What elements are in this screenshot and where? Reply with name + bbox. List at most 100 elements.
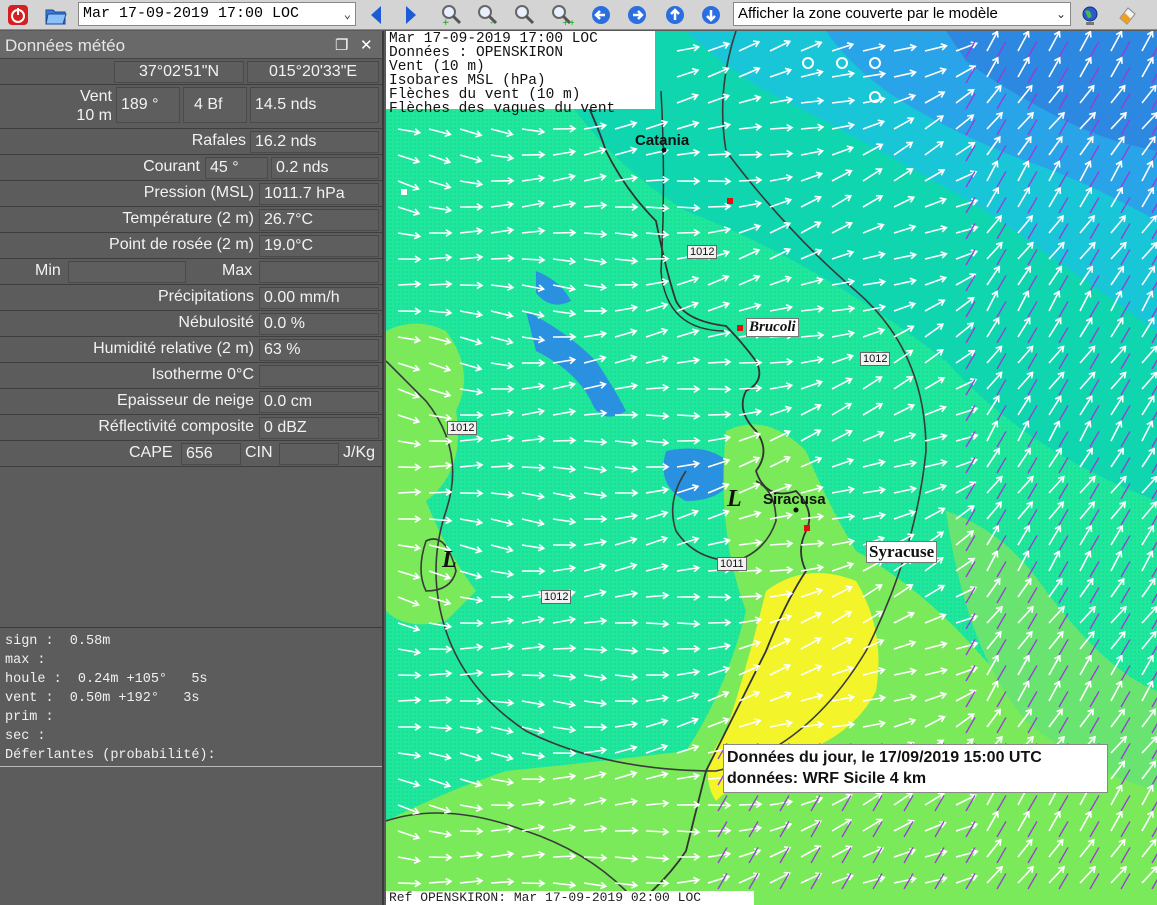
- dewpoint-value: 19.0°C: [259, 235, 379, 257]
- city-label-syracuse: Syracuse: [866, 541, 938, 563]
- open-file-button[interactable]: [42, 1, 70, 28]
- low-pressure-symbol: L: [442, 547, 457, 573]
- wind-label: Vent 10 m: [40, 87, 112, 125]
- chevron-down-icon: ⌄: [343, 8, 351, 22]
- wind-arrow: [428, 491, 452, 494]
- cloud-cover-label: Nébulosité: [178, 314, 254, 331]
- cloud-cover-value: 0.0 %: [259, 313, 379, 335]
- coordinates-row: 37°02'51"N 015°20'33"E: [0, 59, 382, 85]
- temperature-label: Température (2 m): [122, 210, 254, 227]
- date-select[interactable]: Mar 17-09-2019 17:00 LOC ⌄: [78, 2, 356, 26]
- circle-arrow-up-icon: [666, 5, 684, 24]
- pressure-value: 1011.7 hPa: [259, 183, 379, 205]
- low-pressure-symbol: L: [727, 486, 742, 512]
- pan-left-button[interactable]: [587, 1, 615, 28]
- precipitation-row: Précipitations 0.00 mm/h: [0, 285, 382, 311]
- zoom-in-icon: +: [442, 4, 462, 27]
- longitude-value: 015°20'33"E: [247, 61, 379, 83]
- wind-arrow: [552, 855, 576, 858]
- location-marker: [727, 198, 733, 204]
- cape-cin-row: CAPE 656 CIN J/Kg: [0, 441, 382, 467]
- min-value: [68, 261, 186, 283]
- city-label-catania: Catania: [635, 132, 690, 149]
- wind-arrow: [738, 179, 762, 182]
- wind-arrow: [428, 856, 452, 859]
- wind-arrow: [707, 621, 731, 624]
- cape-value: 656: [181, 443, 241, 465]
- isobar-label: 1012: [860, 352, 891, 366]
- isobar-label: 1011: [717, 557, 747, 571]
- cape-label: CAPE: [129, 444, 173, 461]
- zoom-selection-icon: ++: [552, 4, 574, 27]
- cloud-cover-row: Nébulosité 0.0 %: [0, 311, 382, 337]
- previous-step-button[interactable]: [362, 1, 390, 28]
- zoom-fit-button[interactable]: [511, 1, 539, 28]
- weather-map[interactable]: Mar 17-09-2019 17:00 LOC Données : OPENS…: [386, 31, 1157, 905]
- isobar-label: 1012: [447, 421, 478, 435]
- circle-arrow-right-icon: [628, 5, 646, 24]
- freezing-level-value: [259, 365, 379, 387]
- wind-label-line1: Vent: [79, 88, 112, 105]
- location-marker: [401, 189, 407, 195]
- wind-arrow: [583, 856, 607, 859]
- wind-arrow: [490, 465, 514, 468]
- restore-window-icon[interactable]: ❐: [335, 36, 348, 54]
- wind-arrow: [521, 258, 545, 261]
- jkg-unit-label: J/Kg: [343, 444, 376, 461]
- snow-depth-value: 0.0 cm: [259, 391, 379, 413]
- precipitation-label: Précipitations: [157, 288, 254, 305]
- isobar-label: 1012: [541, 590, 572, 604]
- power-button[interactable]: [4, 1, 32, 28]
- max-label: Max: [222, 262, 253, 279]
- min-max-row: Min Max: [0, 259, 382, 285]
- globe-button[interactable]: [1076, 1, 1104, 28]
- eraser-icon: [1119, 6, 1136, 25]
- wind-arrow: [459, 284, 483, 287]
- pan-right-button[interactable]: [623, 1, 651, 28]
- gust-value: 16.2 nds: [250, 131, 379, 153]
- zoom-fit-icon: [515, 4, 535, 24]
- reflectivity-label: Réflectivité composite: [98, 418, 254, 435]
- zoom-selection-button[interactable]: ++: [548, 1, 576, 28]
- svg-text:+: +: [442, 18, 450, 27]
- next-step-button[interactable]: [397, 1, 425, 28]
- pressure-label: Pression (MSL): [143, 184, 254, 201]
- wind-arrow: [397, 491, 421, 494]
- close-icon[interactable]: ✕: [360, 36, 373, 54]
- wind-arrow: [552, 439, 576, 442]
- pan-up-button[interactable]: [661, 1, 689, 28]
- zoom-out-button[interactable]: -: [474, 1, 502, 28]
- city-label-brucoli: Brucoli: [746, 318, 799, 337]
- humidity-value: 63 %: [259, 339, 379, 361]
- humidity-row: Humidité relative (2 m) 63 %: [0, 337, 382, 363]
- panel-header: Données météo ❐ ✕: [0, 31, 382, 59]
- panel-title: Données météo: [5, 36, 126, 55]
- wind-arrow: [738, 595, 762, 598]
- wind-row: Vent 10 m 189 ° 4 Bf 14.5 nds: [0, 85, 382, 129]
- freezing-level-label: Isotherme 0°C: [151, 366, 254, 383]
- wind-arrow: [552, 647, 576, 650]
- current-row: Courant 45 ° 0.2 nds: [0, 155, 382, 181]
- power-icon: [8, 4, 28, 25]
- data-source-note: Données du jour, le 17/09/2019 15:00 UTC…: [723, 744, 1108, 793]
- wind-arrow: [428, 283, 452, 286]
- zoom-out-icon: -: [478, 4, 498, 27]
- zoom-in-button[interactable]: +: [438, 1, 466, 28]
- arrow-left-icon: [371, 5, 381, 24]
- arrow-right-icon: [406, 5, 416, 24]
- wind-arrow: [397, 699, 421, 702]
- location-marker: [804, 525, 810, 531]
- svg-text:++: ++: [562, 18, 574, 27]
- model-zone-select[interactable]: Afficher la zone couverte par le modèle …: [733, 2, 1071, 26]
- gust-row: Rafales 16.2 nds: [0, 129, 382, 155]
- isobar-label: 1012: [687, 245, 718, 259]
- cin-value: [279, 443, 339, 465]
- pan-down-button[interactable]: [697, 1, 725, 28]
- dewpoint-row: Point de rosée (2 m) 19.0°C: [0, 233, 382, 259]
- location-marker: [737, 325, 743, 331]
- city-label-siracusa: Siracusa: [763, 491, 826, 508]
- wind-direction-value: 189 °: [116, 87, 180, 123]
- eraser-button[interactable]: [1113, 1, 1141, 28]
- pressure-row: Pression (MSL) 1011.7 hPa: [0, 181, 382, 207]
- cin-label: CIN: [245, 444, 273, 461]
